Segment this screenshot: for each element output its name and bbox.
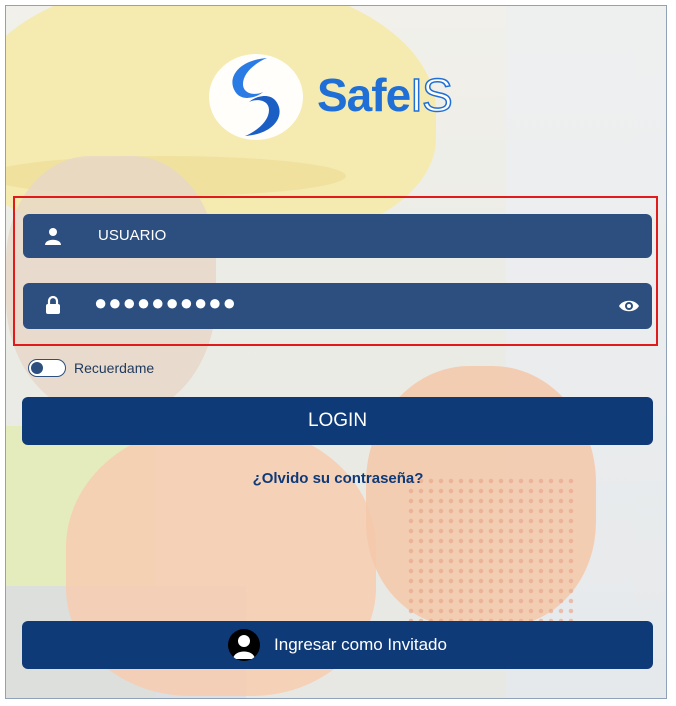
eye-icon[interactable]: [618, 296, 640, 316]
guest-login-label: Ingresar como Invitado: [274, 635, 447, 654]
app-logo: SafeIS: [207, 52, 472, 144]
login-button[interactable]: LOGIN: [22, 397, 653, 445]
password-field[interactable]: ●●●●●●●●●●: [23, 283, 652, 329]
remember-me-label: Recuerdame: [74, 360, 155, 376]
remember-me-toggle[interactable]: [28, 359, 66, 377]
forgot-password-link[interactable]: ¿Olvido su contraseña?: [0, 470, 676, 487]
guest-login-button[interactable]: Ingresar como Invitado: [22, 621, 653, 669]
password-value: ●●●●●●●●●●: [94, 290, 237, 315]
s-swirl-logo-icon: [209, 54, 303, 140]
avatar-icon: [228, 629, 261, 661]
user-icon: [45, 228, 61, 245]
lock-icon: [46, 295, 60, 314]
username-value: USUARIO: [98, 227, 167, 244]
username-field[interactable]: USUARIO: [23, 214, 652, 258]
brand-name: SafeIS: [317, 69, 453, 121]
